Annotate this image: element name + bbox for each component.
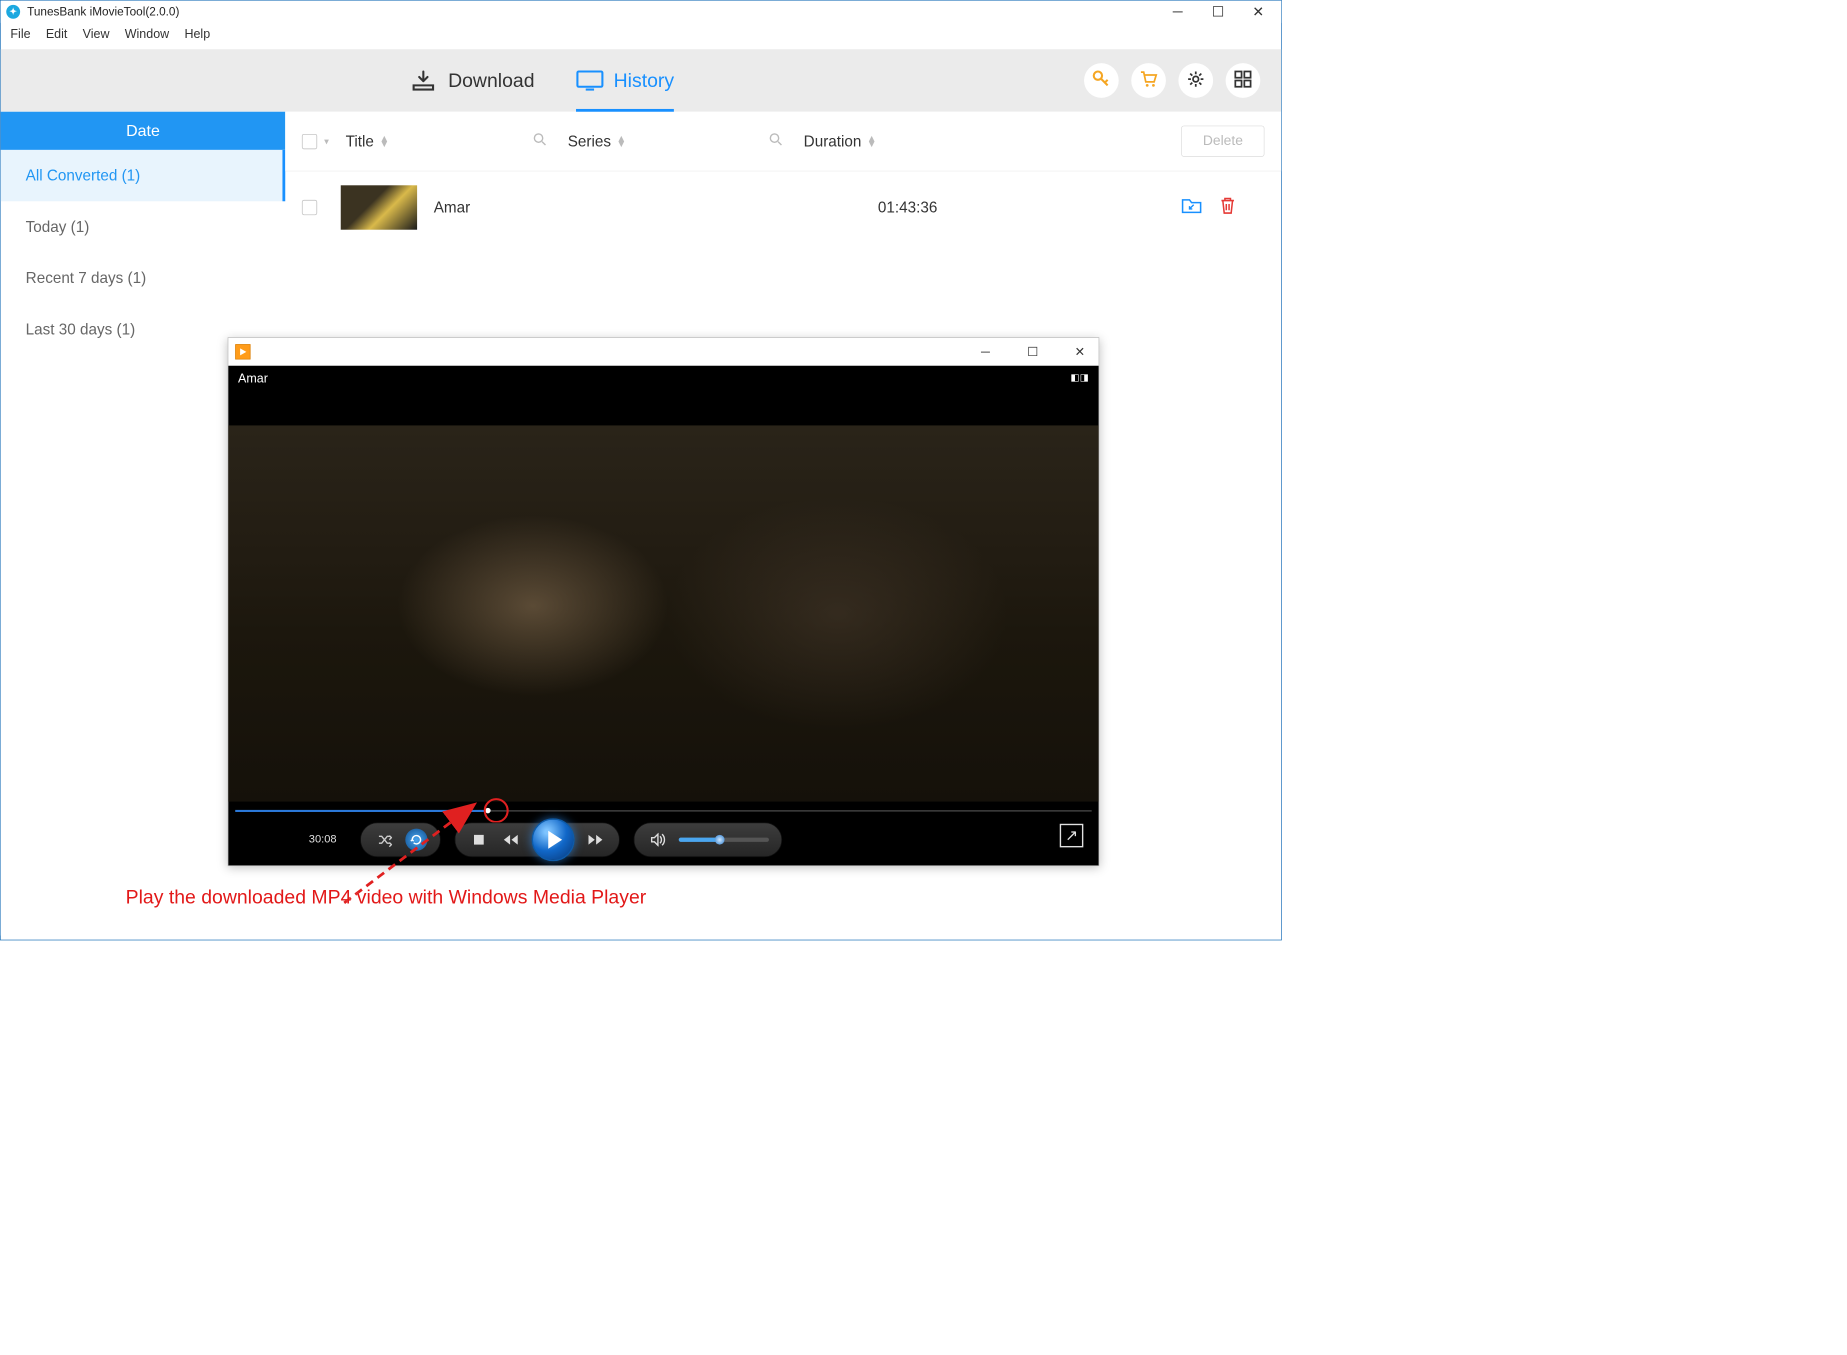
stop-button[interactable]	[468, 829, 490, 851]
app-titlebar: ✦ TunesBank iMovieTool(2.0.0) ─ ☐ ✕	[1, 1, 1281, 23]
player-controls: 30:08	[228, 820, 1098, 860]
menu-file[interactable]: File	[10, 27, 30, 42]
delete-button[interactable]: Delete	[1181, 126, 1264, 157]
maximize-button[interactable]: ☐	[1212, 6, 1224, 18]
sidebar-date-header: Date	[1, 112, 286, 150]
row-checkbox[interactable]	[302, 200, 317, 215]
wmp-logo-icon	[235, 344, 250, 359]
player-minimize-button[interactable]: ─	[979, 346, 991, 358]
fullscreen-button[interactable]: ↗	[1060, 824, 1084, 848]
sort-icon[interactable]: ▲▼	[379, 136, 389, 147]
sidebar-item-label: Today (1)	[26, 218, 90, 235]
app-title: TunesBank iMovieTool(2.0.0)	[27, 5, 179, 19]
tab-download[interactable]: Download	[411, 49, 535, 111]
search-series-icon[interactable]	[769, 132, 783, 150]
chevron-down-icon[interactable]: ▾	[324, 135, 329, 147]
video-frame[interactable]	[228, 425, 1098, 801]
time-elapsed: 30:08	[249, 833, 346, 845]
delete-row-button[interactable]	[1219, 196, 1237, 220]
column-duration[interactable]: Duration	[804, 132, 862, 150]
settings-button[interactable]	[1178, 63, 1213, 98]
sidebar-item-label: Recent 7 days (1)	[26, 269, 147, 286]
row-duration: 01:43:36	[878, 198, 1072, 216]
select-all-checkbox[interactable]	[302, 134, 317, 149]
list-header: ▾ Title ▲▼ Series ▲▼ Duration ▲▼ Delete	[285, 112, 1281, 171]
main-toolbar: Download History	[1, 49, 1281, 111]
player-view-icon[interactable]: ◧◨	[1071, 371, 1089, 383]
repeat-button[interactable]	[405, 829, 427, 851]
cart-button[interactable]	[1131, 63, 1166, 98]
sidebar-item-label: Last 30 days (1)	[26, 321, 135, 338]
menu-window[interactable]: Window	[125, 27, 169, 42]
row-title: Amar	[434, 198, 878, 216]
transport-pod	[455, 822, 620, 857]
search-title-icon[interactable]	[533, 132, 547, 150]
shuffle-button[interactable]	[373, 829, 395, 851]
rewind-button[interactable]	[500, 829, 522, 851]
key-icon	[1092, 69, 1111, 92]
menu-help[interactable]: Help	[184, 27, 210, 42]
player-body: Amar ◧◨ 30:08	[228, 366, 1098, 866]
app-logo-icon: ✦	[6, 5, 20, 19]
open-folder-button[interactable]	[1181, 196, 1202, 220]
list-row[interactable]: Amar 01:43:36	[285, 171, 1281, 244]
tab-history[interactable]: History	[576, 49, 674, 111]
progress-bar[interactable]	[235, 810, 1091, 813]
menu-edit[interactable]: Edit	[46, 27, 68, 42]
sidebar-item-recent-7-days[interactable]: Recent 7 days (1)	[1, 253, 286, 304]
sort-icon[interactable]: ▲▼	[617, 136, 627, 147]
grid-button[interactable]	[1226, 63, 1261, 98]
sort-icon[interactable]: ▲▼	[867, 136, 877, 147]
volume-pod	[634, 822, 783, 857]
history-icon	[576, 70, 601, 91]
menu-view[interactable]: View	[83, 27, 110, 42]
column-title[interactable]: Title	[346, 132, 374, 150]
close-button[interactable]: ✕	[1252, 6, 1264, 18]
mode-pod	[360, 822, 441, 857]
window-controls: ─ ☐ ✕	[1171, 6, 1275, 18]
player-titlebar: ─ ☐ ✕	[228, 338, 1098, 366]
tab-history-label: History	[614, 69, 674, 91]
tab-download-label: Download	[448, 69, 534, 91]
media-player-window: ─ ☐ ✕ Amar ◧◨ 30:08	[228, 337, 1100, 866]
cart-icon	[1139, 69, 1158, 92]
sidebar-item-today[interactable]: Today (1)	[1, 201, 286, 252]
forward-button[interactable]	[584, 829, 606, 851]
download-icon	[411, 70, 436, 91]
column-series[interactable]: Series	[568, 132, 611, 150]
volume-button[interactable]	[647, 829, 669, 851]
key-button[interactable]	[1084, 63, 1119, 98]
sidebar-item-all-converted[interactable]: All Converted (1)	[1, 150, 286, 201]
menubar: File Edit View Window Help	[1, 23, 1281, 49]
video-thumbnail	[341, 185, 417, 229]
play-button[interactable]	[532, 818, 575, 861]
volume-slider[interactable]	[679, 838, 769, 842]
player-video-title: Amar	[238, 371, 268, 386]
minimize-button[interactable]: ─	[1171, 6, 1183, 18]
gear-icon	[1186, 69, 1205, 92]
annotation-caption: Play the downloaded MP4 video with Windo…	[126, 886, 647, 908]
player-close-button[interactable]: ✕	[1074, 346, 1086, 358]
sidebar-item-label: All Converted (1)	[26, 167, 141, 184]
grid-icon	[1234, 70, 1252, 92]
player-maximize-button[interactable]: ☐	[1026, 346, 1038, 358]
